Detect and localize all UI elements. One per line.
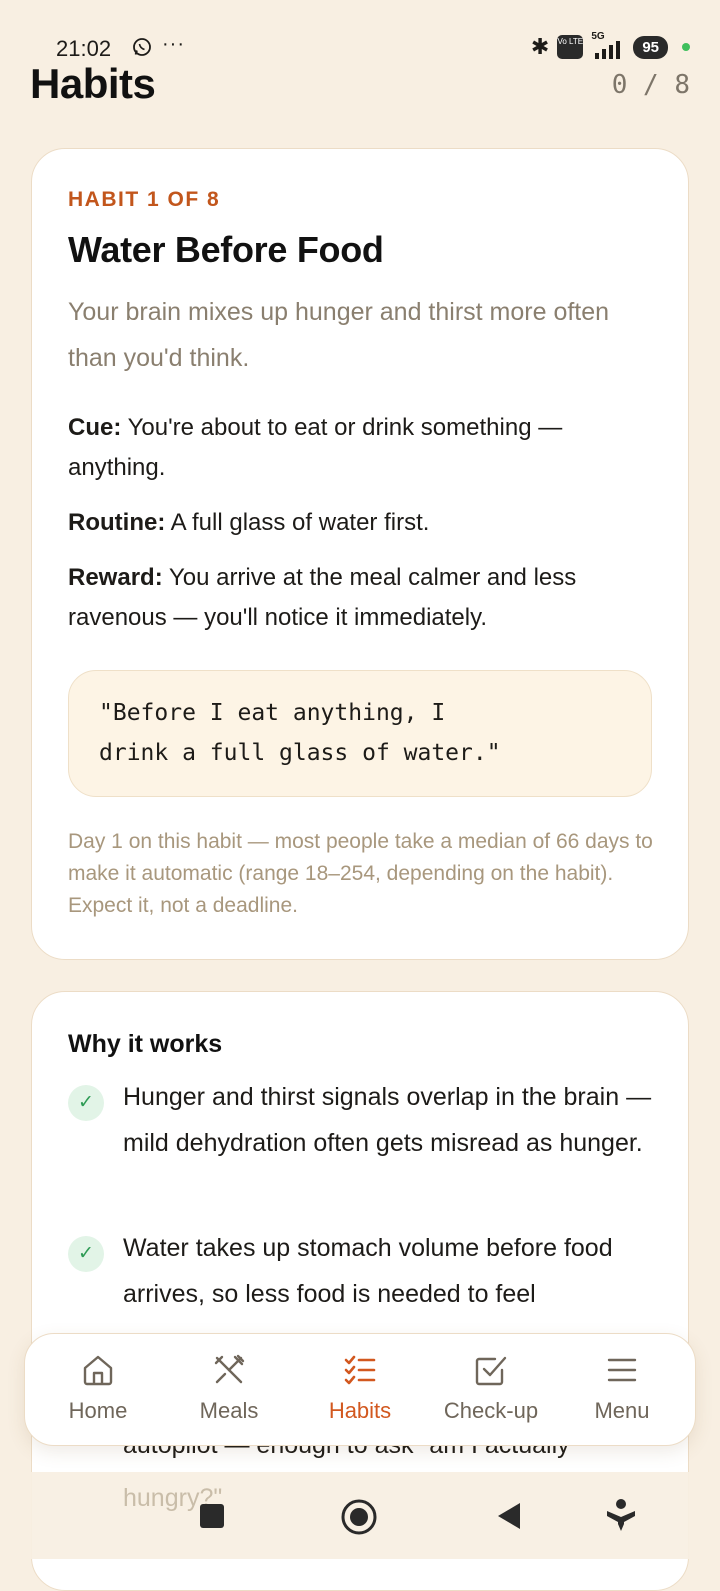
- why-it-works-title: Why it works: [68, 1030, 223, 1058]
- bottom-tab-bar: Home Meals Habits Check-up Menu: [24, 1333, 696, 1446]
- habit-index-label: HABIT 1 OF 8: [68, 188, 221, 211]
- accessibility-icon[interactable]: [604, 1498, 638, 1534]
- tab-label: Check-up: [443, 1398, 539, 1423]
- tab-menu[interactable]: Menu: [559, 1334, 685, 1445]
- bluetooth-icon: ✱: [530, 34, 550, 59]
- recent-apps-button[interactable]: [198, 1502, 226, 1530]
- tab-meals[interactable]: Meals: [166, 1334, 292, 1445]
- status-time: 21:02: [56, 36, 112, 61]
- utensils-icon: [214, 1354, 245, 1384]
- home-icon: [83, 1355, 113, 1386]
- tab-label: Home: [68, 1398, 128, 1423]
- check-icon: ✓: [68, 1236, 104, 1272]
- why-item-text: Water takes up stomach volume before foo…: [123, 1234, 613, 1308]
- reward-label: Reward:: [68, 564, 163, 591]
- tab-check-up[interactable]: Check-up: [428, 1334, 554, 1445]
- home-button[interactable]: [340, 1498, 378, 1536]
- privacy-dot-icon: [682, 43, 690, 51]
- habit-subtitle: Your brain mixes up hunger and thirst mo…: [68, 298, 610, 372]
- habit-cue: Cue: You're about to eat or drink someth…: [68, 408, 658, 488]
- why-item-text: Hunger and thirst signals overlap in the…: [123, 1083, 652, 1157]
- checklist-icon: [344, 1355, 376, 1385]
- more-notifications-icon: ···: [162, 33, 185, 55]
- menu-icon: [607, 1358, 637, 1382]
- habit-routine: Routine: A full glass of water first.: [68, 503, 658, 543]
- check-square-icon: [475, 1356, 507, 1386]
- back-button[interactable]: [494, 1500, 524, 1532]
- signal-icon: 5G: [591, 31, 625, 59]
- tab-habits[interactable]: Habits: [297, 1334, 423, 1445]
- battery-indicator: 95: [633, 35, 668, 59]
- cue-label: Cue:: [68, 414, 122, 441]
- habit-card: HABIT 1 OF 8 Water Before Food Your brai…: [31, 148, 689, 960]
- tab-label: Habits: [328, 1398, 392, 1423]
- volte-icon: Vo LTE: [557, 35, 584, 59]
- check-icon: ✓: [68, 1085, 104, 1121]
- routine-text: A full glass of water first.: [170, 509, 430, 536]
- page-title: Habits: [30, 60, 156, 107]
- quote-line: drink a full glass of water.": [99, 740, 501, 766]
- habit-progress-counter: 0 / 8: [611, 70, 690, 100]
- routine-label: Routine:: [68, 509, 166, 536]
- implementation-intention-quote: "Before I eat anything, I drink a full g…: [68, 670, 652, 797]
- habit-duration-note: Day 1 on this habit — most people take a…: [68, 830, 653, 917]
- tab-home[interactable]: Home: [35, 1334, 161, 1445]
- quote-line: "Before I eat anything, I: [99, 700, 446, 726]
- whatsapp-icon: [133, 38, 151, 56]
- habit-reward: Reward: You arrive at the meal calmer an…: [68, 558, 658, 638]
- tab-label: Meals: [199, 1398, 259, 1423]
- habit-title: Water Before Food: [68, 229, 384, 270]
- status-bar: 21:02 ··· ✱ Vo LTE 5G 95: [0, 0, 720, 64]
- status-icons: ✱ Vo LTE 5G 95: [530, 31, 690, 60]
- tab-label: Menu: [594, 1398, 650, 1423]
- cue-text: You're about to eat or drink something —…: [68, 414, 563, 481]
